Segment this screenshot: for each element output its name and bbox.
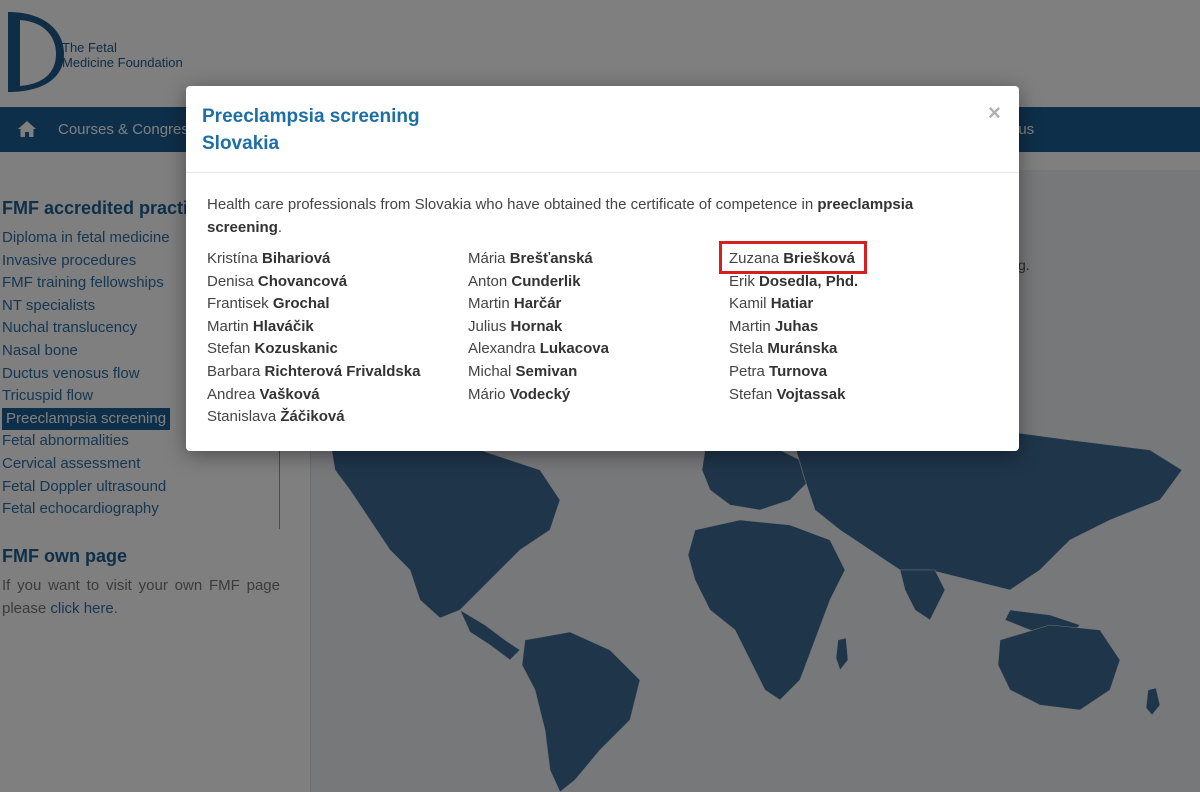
last-name: Vodecký — [509, 385, 571, 403]
last-name: Semivan — [515, 362, 578, 380]
modal-header: Preeclampsia screening Slovakia × — [186, 86, 1019, 173]
professional-name: Mário Vodecký — [468, 384, 609, 407]
modal-title-line2: Slovakia — [202, 133, 280, 154]
first-name: Erik — [729, 272, 755, 290]
professional-name: Kristína Bihariová — [207, 248, 420, 271]
first-name: Martin — [729, 317, 771, 335]
professional-name: Denisa Chovancová — [207, 271, 420, 294]
first-name: Stefan — [207, 340, 251, 358]
intro-end: . — [277, 219, 283, 236]
professional-name: Frantisek Grochal — [207, 293, 420, 316]
professional-name: Anton Cunderlik — [468, 271, 609, 294]
professional-name: Stela Muránska — [729, 338, 858, 361]
first-name: Kristína — [207, 250, 258, 267]
first-name: Stefan — [729, 385, 773, 403]
professional-name: Martin Juhas — [729, 316, 858, 339]
professional-name: Martin Hlaváčik — [207, 316, 420, 339]
last-name: Brešťanská — [509, 250, 593, 267]
professional-name: Julius Hornak — [468, 316, 609, 339]
first-name: Anton — [468, 272, 508, 290]
professional-name: Andrea Vašková — [207, 384, 420, 407]
first-name: Mária — [468, 250, 506, 267]
first-name: Petra — [729, 362, 765, 380]
first-name: Barbara — [207, 362, 261, 380]
professional-name: Martin Harčár — [468, 293, 609, 316]
last-name: Bihariová — [262, 250, 331, 267]
first-name: Julius — [468, 317, 507, 335]
last-name: Hornak — [510, 317, 563, 335]
first-name: Stela — [729, 340, 764, 358]
professional-name: Barbara Richterová Frivaldska — [207, 361, 420, 384]
professional-name: Michal Semivan — [468, 361, 609, 384]
professional-name: Stefan Vojtassak — [729, 384, 858, 407]
highlight-box — [719, 241, 867, 274]
last-name: Žáčiková — [280, 408, 345, 426]
modal-title-line1: Preeclampsia screening — [202, 106, 420, 127]
last-name: Hlaváčik — [252, 317, 314, 335]
professional-name: Mária Brešťanská — [468, 248, 609, 271]
last-name: Hatiar — [770, 295, 814, 313]
last-name: Juhas — [774, 317, 819, 335]
first-name: Mário — [468, 385, 506, 403]
first-name: Michal — [468, 362, 512, 380]
first-name: Martin — [207, 317, 249, 335]
last-name: Chovancová — [257, 272, 348, 290]
last-name: Richterová Frivaldska — [264, 362, 421, 380]
modal-intro: Health care professionals from Slovakia … — [207, 193, 967, 239]
last-name: Vašková — [259, 385, 320, 403]
professional-name: Petra Turnova — [729, 361, 858, 384]
modal-title: Preeclampsia screening Slovakia — [202, 103, 420, 157]
last-name: Muránska — [767, 340, 838, 358]
last-name: Vojtassak — [776, 385, 846, 403]
first-name: Frantisek — [207, 295, 269, 313]
last-name: Cunderlik — [511, 272, 581, 290]
last-name: Harčár — [513, 295, 562, 313]
first-name: Stanislava — [207, 408, 277, 426]
intro-text: Health care professionals from Slovakia … — [207, 196, 818, 213]
modal-dialog: Preeclampsia screening Slovakia × Health… — [186, 86, 1019, 451]
professional-name: Alexandra Lukacova — [468, 338, 609, 361]
first-name: Martin — [468, 295, 510, 313]
professional-name: Stefan Kozuskanic — [207, 338, 420, 361]
names-column-2: Mária Brešťanská Anton Cunderlik Martin Ha… — [468, 248, 609, 406]
last-name: Lukacova — [539, 340, 609, 358]
first-name: Kamil — [729, 295, 767, 313]
names-column-1: Kristína Bihariová Denisa Chovancová Frant… — [207, 248, 420, 429]
close-icon[interactable]: × — [988, 100, 1001, 126]
first-name: Denisa — [207, 272, 254, 290]
first-name: Alexandra — [468, 340, 536, 358]
last-name: Kozuskanic — [254, 340, 338, 358]
first-name: Andrea — [207, 385, 256, 403]
last-name: Grochal — [272, 295, 330, 313]
last-name: Turnova — [769, 362, 828, 380]
last-name: Dosedla, Phd. — [759, 272, 859, 290]
professional-name: Kamil Hatiar — [729, 293, 858, 316]
professional-name: Stanislava Žáčiková — [207, 406, 420, 429]
